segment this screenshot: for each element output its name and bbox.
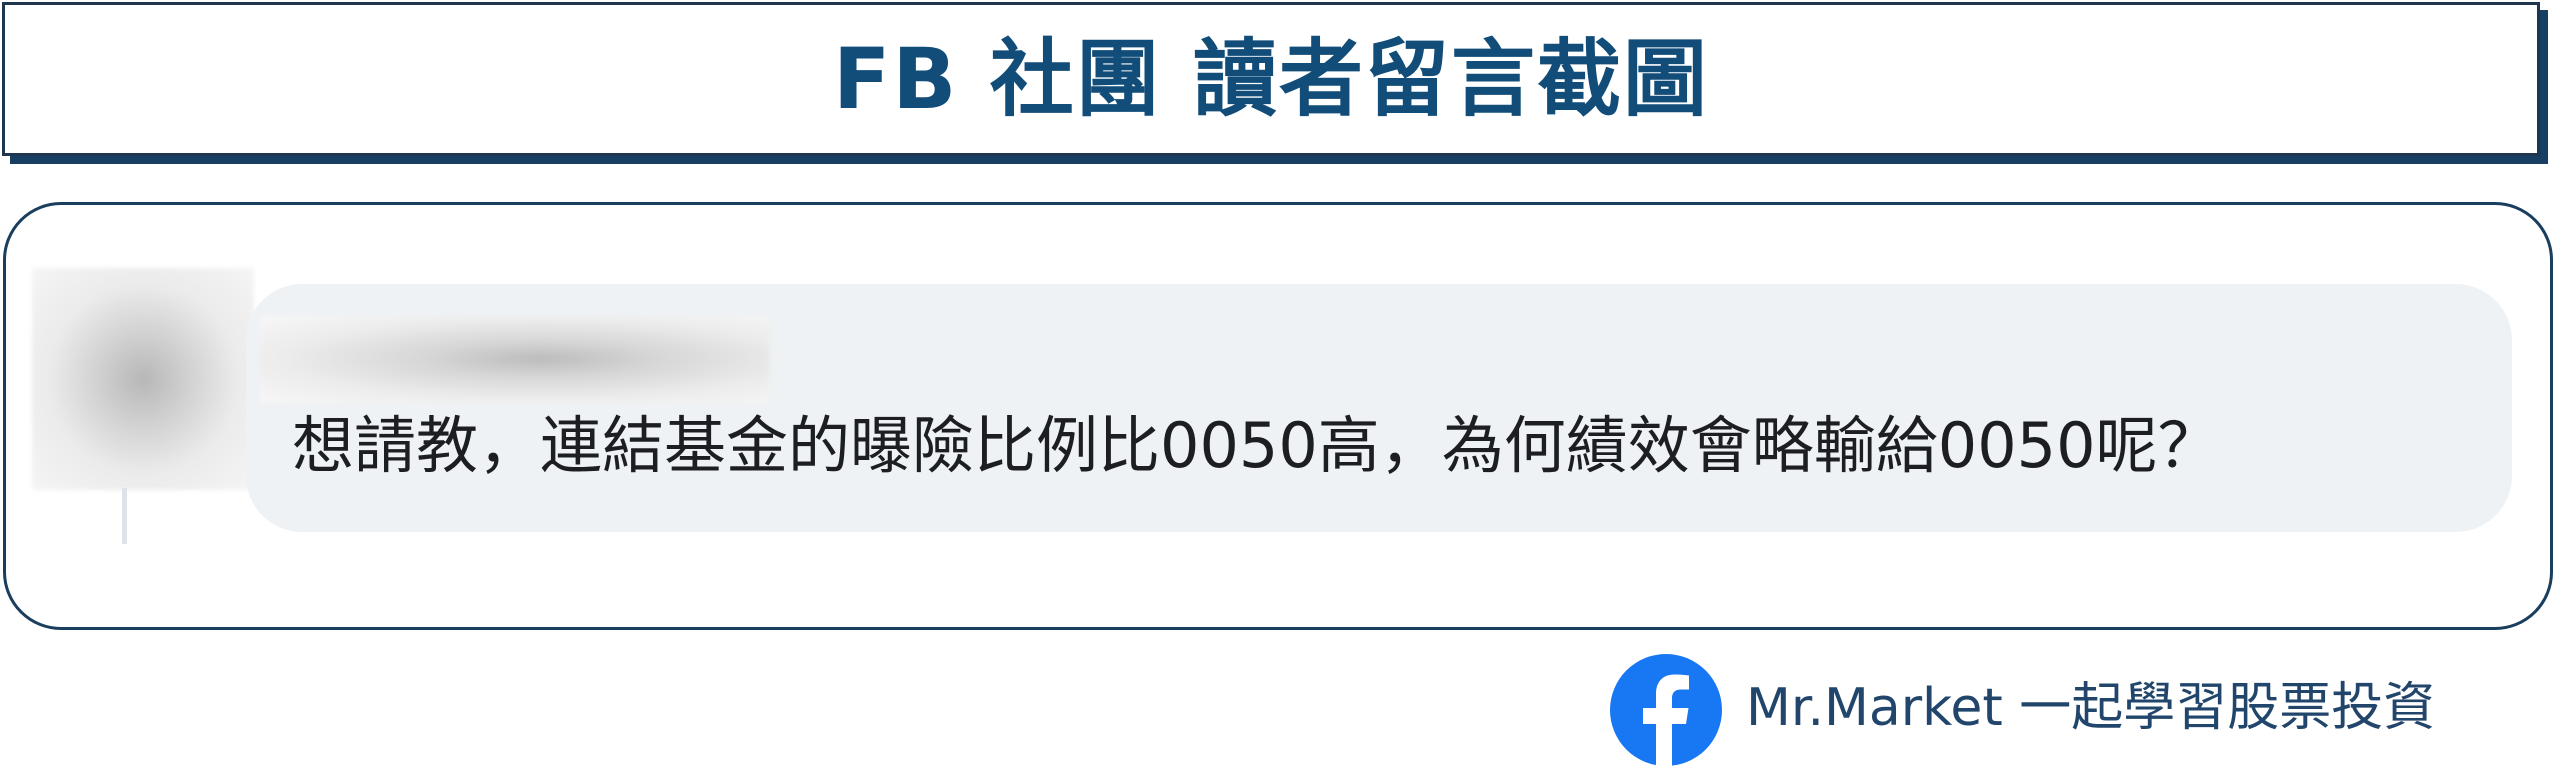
author-name-redacted xyxy=(260,316,770,402)
header-banner: FB 社團 讀者留言截圖 xyxy=(2,2,2540,156)
thread-line xyxy=(122,488,127,544)
avatar-redacted xyxy=(32,268,254,490)
facebook-icon xyxy=(1610,654,1722,766)
comment-text: 想請教，連結基金的曝險比例比0050高，為何績效會略輸給0050呢？ xyxy=(292,409,2220,482)
brand-text: Mr.Market 一起學習股票投資 xyxy=(1746,678,2436,738)
page-title: FB 社團 讀者留言截圖 xyxy=(833,30,1709,128)
